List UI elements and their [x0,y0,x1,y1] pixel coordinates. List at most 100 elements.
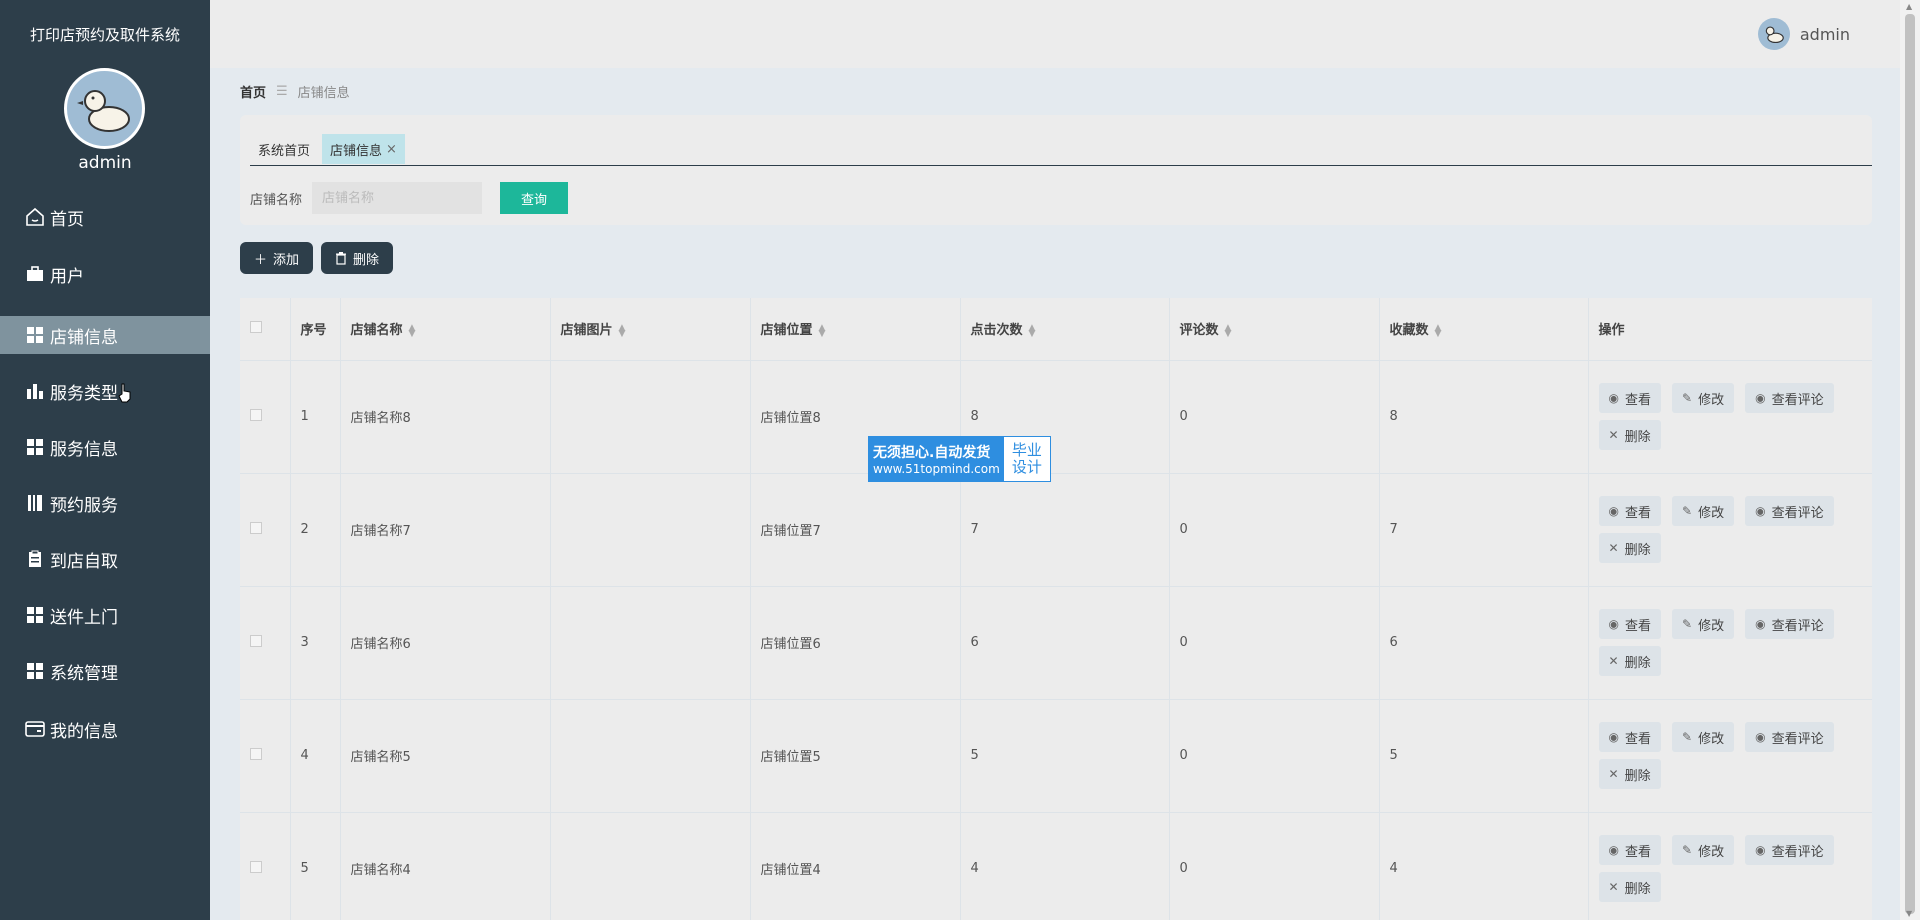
table-cell-location: 店铺位置7 [750,473,961,587]
mouse-cursor-icon [118,383,131,403]
edit-button[interactable]: ✎ 修改 [1672,383,1735,413]
table-row: 4 店铺名称5 店铺位置5 5 0 5 ◉ 查看 ✎ 修改 ◉ 查看评论 ✕ 删除 [240,699,1872,813]
row-delete-button[interactable]: ✕ 删除 [1598,533,1661,563]
table-cell-favorites: 7 [1379,473,1589,587]
sidebar-item-pickup[interactable]: 到店自取 [0,540,210,578]
row-checkbox[interactable] [240,812,291,920]
search-row: 店铺名称 查询 [250,182,569,214]
edit-button[interactable]: ✎ 修改 [1672,722,1735,752]
search-panel: 系统首页 店铺信息 × 店铺名称 查询 [240,115,1872,225]
table-cell-name: 店铺名称7 [340,473,551,587]
edit-icon: ✎ [1682,843,1693,857]
view-button[interactable]: ◉ 查看 [1598,496,1661,526]
edit-button[interactable]: ✎ 修改 [1672,496,1735,526]
sidebar-item-service-type[interactable]: 服务类型 [0,372,210,410]
row-actions: ◉ 查看 ✎ 修改 ◉ 查看评论 ✕ 删除 [1588,699,1872,813]
add-button[interactable]: ＋ 添加 [240,242,314,274]
view-button[interactable]: ◉ 查看 [1598,609,1661,639]
table-cell-location: 店铺位置5 [750,699,961,813]
row-checkbox[interactable] [240,699,291,813]
row-delete-button[interactable]: ✕ 删除 [1598,872,1661,902]
scroll-up-icon[interactable]: ▲ [1906,2,1912,11]
sidebar-item-booking[interactable]: 预约服务 [0,484,210,522]
eye-icon: ◉ [1755,617,1766,631]
grid-icon [24,324,46,346]
table-cell-clicks: 5 [960,699,1170,813]
scrollbar[interactable]: ▲ ▼ [1900,0,1920,920]
clipboard-icon [24,548,46,570]
close-icon: ✕ [1608,880,1619,894]
view-comments-button[interactable]: ◉ 查看评论 [1745,609,1834,639]
eye-icon: ◉ [1608,617,1619,631]
wallet-icon [24,718,46,740]
view-comments-button[interactable]: ◉ 查看评论 [1745,835,1834,865]
column-header[interactable]: 点击次数 ▲ ▼ [960,298,1170,361]
view-comments-button[interactable]: ◉ 查看评论 [1745,383,1834,413]
edit-button[interactable]: ✎ 修改 [1672,835,1735,865]
plus-icon: ＋ [254,252,268,268]
edit-icon: ✎ [1682,617,1693,631]
table-cell-clicks: 7 [960,473,1170,587]
close-icon: ✕ [1608,654,1619,668]
row-delete-button[interactable]: ✕ 删除 [1598,759,1661,789]
sidebar-item-delivery[interactable]: 送件上门 [0,596,210,634]
sort-icon: ▲ ▼ [408,322,416,339]
grid-icon [24,604,46,626]
sidebar-item-user[interactable]: 用户 [0,255,210,293]
tab-system-home[interactable]: 系统首页 [250,134,319,164]
table-cell-favorites: 5 [1379,699,1589,813]
edit-icon: ✎ [1682,730,1693,744]
tab-label: 店铺信息 [330,143,383,159]
watermark-banner: 无须担心.自动发货 www.51topmind.com 毕业 设计 [868,436,1051,482]
column-header[interactable]: 店铺位置 ▲ ▼ [750,298,961,361]
table-cell-image [550,586,751,700]
avatar[interactable] [64,68,145,149]
grid-icon [24,660,46,682]
scroll-thumb[interactable] [1905,14,1915,914]
row-checkbox[interactable] [240,473,291,587]
breadcrumb-home[interactable]: 首页 [240,82,266,101]
close-icon[interactable]: × [386,142,397,157]
delete-button-label: 删除 [353,252,380,268]
table-cell-favorites: 4 [1379,812,1589,920]
scroll-down-icon[interactable]: ▼ [1906,909,1912,918]
sidebar-item-label: 系统管理 [50,663,118,684]
column-header: 序号 [290,298,341,361]
sidebar-item-my-info[interactable]: 我的信息 [0,710,210,748]
edit-button[interactable]: ✎ 修改 [1672,609,1735,639]
view-comments-button[interactable]: ◉ 查看评论 [1745,496,1834,526]
row-checkbox[interactable] [240,586,291,700]
sidebar-item-shop-info[interactable]: 店铺信息 [0,316,210,354]
row-delete-button[interactable]: ✕ 删除 [1598,420,1661,450]
sidebar-item-label: 我的信息 [50,721,118,742]
delete-button[interactable]: 删除 [321,242,394,274]
top-user-menu[interactable]: admin [1757,18,1850,50]
sidebar-item-home[interactable]: 首页 [0,198,210,236]
column-header[interactable]: 评论数 ▲ ▼ [1169,298,1380,361]
view-button[interactable]: ◉ 查看 [1598,722,1661,752]
search-input[interactable] [312,182,483,214]
search-button[interactable]: 查询 [500,182,569,214]
view-comments-button[interactable]: ◉ 查看评论 [1745,722,1834,752]
view-button[interactable]: ◉ 查看 [1598,835,1661,865]
table-cell-favorites: 8 [1379,360,1589,474]
row-delete-button[interactable]: ✕ 删除 [1598,646,1661,676]
data-table: 序号 店铺名称 ▲ ▼ 店铺图片 ▲ ▼ 店铺位置 ▲ ▼ 点击次数 ▲ ▼ 评论数 ▲ ▼ 收藏数… [240,298,1872,920]
table-cell-name: 店铺名称4 [340,812,551,920]
book-icon [24,492,46,514]
select-all-checkbox[interactable] [240,298,291,361]
tab-shop-info[interactable]: 店铺信息 × [322,134,405,164]
column-header[interactable]: 店铺图片 ▲ ▼ [550,298,751,361]
sort-icon: ▲ ▼ [618,322,626,339]
column-header[interactable]: 收藏数 ▲ ▼ [1379,298,1589,361]
table-row: 1 店铺名称8 店铺位置8 8 0 8 ◉ 查看 ✎ 修改 ◉ 查看评论 ✕ 删除 [240,360,1872,474]
column-header[interactable]: 店铺名称 ▲ ▼ [340,298,551,361]
tab-bar: 系统首页 店铺信息 × [250,134,1872,166]
sidebar-item-system[interactable]: 系统管理 [0,652,210,690]
row-checkbox[interactable] [240,360,291,474]
view-button[interactable]: ◉ 查看 [1598,383,1661,413]
sidebar-item-service-info[interactable]: 服务信息 [0,428,210,466]
topbar: admin [210,0,1900,68]
table-cell-image [550,812,751,920]
sidebar-item-label: 服务信息 [50,439,118,460]
